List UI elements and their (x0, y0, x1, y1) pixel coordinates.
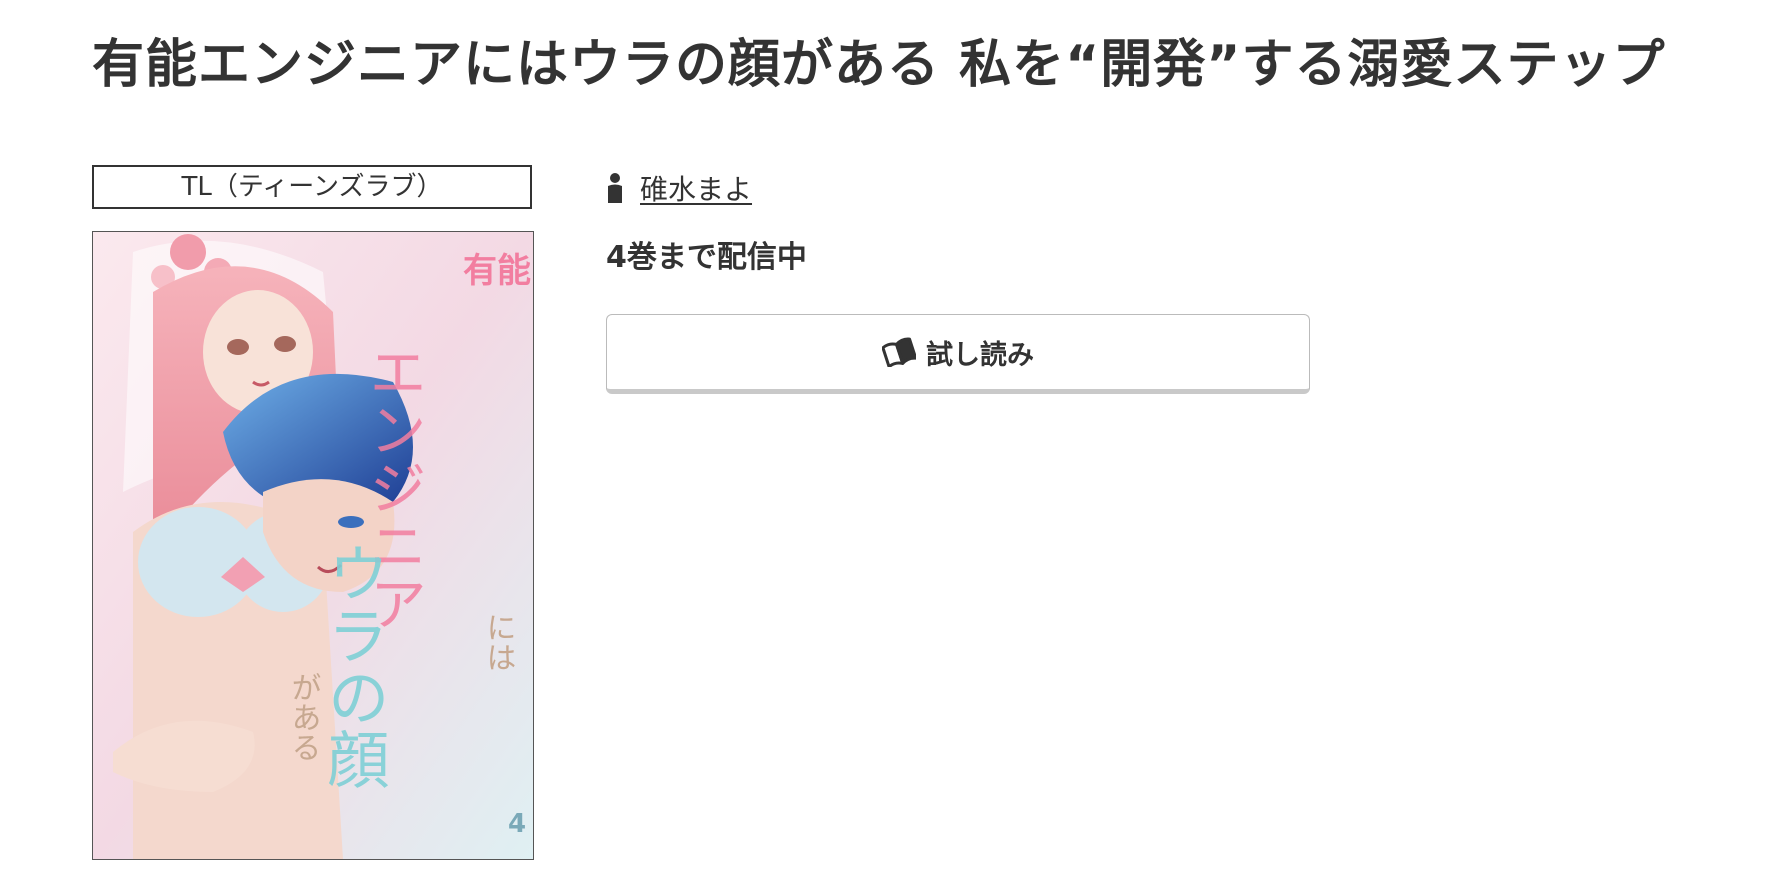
cover-volume-number: 4 (508, 809, 526, 839)
cover-image[interactable]: 有能 エンジニア には ウラの顔 がある 4 (92, 231, 534, 860)
author-row: 碓水まよ (606, 168, 752, 208)
cover-title-1: 有能 (463, 251, 531, 291)
cover-title-5: がある (286, 672, 321, 762)
person-icon (608, 173, 622, 203)
open-book-icon (882, 337, 916, 367)
trial-read-button[interactable]: 試し読み (606, 314, 1310, 394)
genre-label: TL（ティーンズラブ） (92, 165, 532, 209)
cover-illustration: 有能 エンジニア には ウラの顔 がある 4 (93, 232, 533, 859)
page-title: 有能エンジニアにはウラの顔がある 私を“開発”する溺愛ステップ (92, 35, 1666, 95)
volumes-status: 4巻まで配信中 (606, 240, 807, 275)
trial-read-label: 試し読み (926, 339, 1034, 371)
author-link[interactable]: 碓水まよ (640, 168, 752, 208)
cover-title-4: ウラの顔 (317, 542, 390, 790)
cover-title-3: には (481, 612, 516, 672)
